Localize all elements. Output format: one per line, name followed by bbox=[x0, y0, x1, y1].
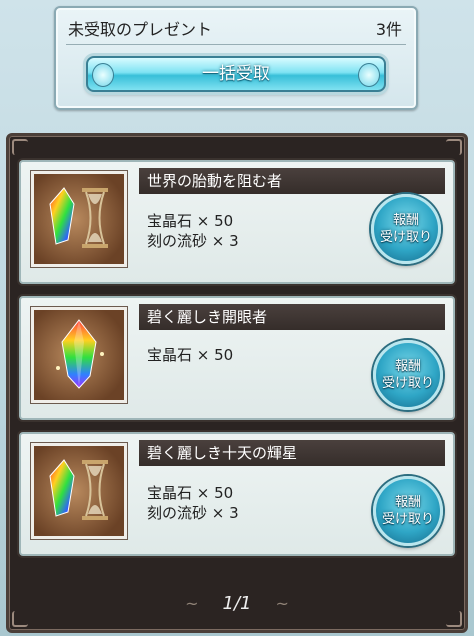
reward-line: 宝晶石 × 50 bbox=[147, 212, 234, 230]
bulk-receive-button[interactable]: 一括受取 bbox=[86, 56, 386, 92]
next-page-arrow-icon[interactable]: ~ bbox=[257, 594, 307, 613]
crystal-and-hourglass-icon bbox=[30, 170, 128, 268]
button-cap-right-icon bbox=[358, 63, 380, 87]
page-title: 未受取のプレゼント bbox=[68, 20, 213, 39]
divider bbox=[66, 44, 406, 45]
bulk-receive-label: 一括受取 bbox=[202, 64, 270, 84]
reward-line: 刻の流砂 × 3 bbox=[147, 504, 239, 522]
button-cap-left-icon bbox=[92, 63, 114, 87]
present-title: 碧く麗しき十天の輝星 bbox=[139, 440, 445, 466]
present-count: 3件 bbox=[375, 20, 402, 39]
frame-corner-ornament-icon bbox=[12, 139, 28, 155]
present-card: 世界の胎動を阻む者 宝晶石 × 50 刻の流砂 × 3 報酬 受け取り bbox=[19, 160, 455, 284]
receive-button-label-top: 報酬 bbox=[394, 495, 421, 510]
receive-button-label-top: 報酬 bbox=[392, 213, 419, 228]
receive-button-label-top: 報酬 bbox=[394, 359, 421, 374]
frame-corner-ornament-icon bbox=[446, 139, 462, 155]
unclaimed-presents-panel: 未受取のプレゼント 3件 一括受取 bbox=[54, 6, 418, 110]
crystal-and-hourglass-icon bbox=[30, 442, 128, 540]
crystal-icon bbox=[30, 306, 128, 404]
present-title: 碧く麗しき開眼者 bbox=[139, 304, 445, 330]
present-card: 碧く麗しき十天の輝星 宝晶石 × 50 刻の流砂 × 3 報酬 受け取り bbox=[19, 432, 455, 556]
receive-reward-button[interactable]: 報酬 受け取り bbox=[371, 194, 441, 264]
present-title: 世界の胎動を阻む者 bbox=[139, 168, 445, 194]
prev-page-arrow-icon[interactable]: ~ bbox=[167, 594, 217, 613]
present-list-frame: 世界の胎動を阻む者 宝晶石 × 50 刻の流砂 × 3 報酬 受け取り 碧く麗し… bbox=[6, 133, 468, 633]
receive-button-label-bottom: 受け取り bbox=[379, 230, 432, 245]
receive-button-label-bottom: 受け取り bbox=[381, 376, 434, 391]
reward-line: 宝晶石 × 50 bbox=[147, 484, 234, 502]
receive-button-label-bottom: 受け取り bbox=[381, 512, 434, 527]
receive-reward-button[interactable]: 報酬 受け取り bbox=[373, 340, 443, 410]
pagination: ~ 1/1 ~ bbox=[9, 593, 465, 614]
reward-line: 刻の流砂 × 3 bbox=[147, 232, 239, 250]
page-indicator: 1/1 bbox=[222, 593, 252, 614]
receive-reward-button[interactable]: 報酬 受け取り bbox=[373, 476, 443, 546]
reward-line: 宝晶石 × 50 bbox=[147, 346, 234, 364]
present-card: 碧く麗しき開眼者 宝晶石 × 50 報酬 受け取り bbox=[19, 296, 455, 420]
